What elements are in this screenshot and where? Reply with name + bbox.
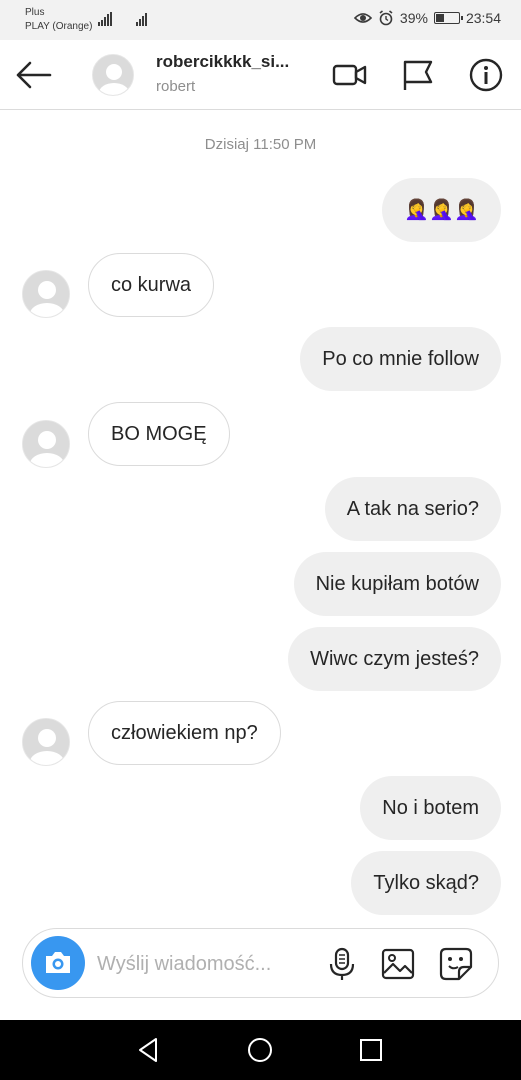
status-indicators: 39% 23:54	[353, 10, 501, 26]
message-bubble-outgoing[interactable]: Tylko skąd?	[351, 851, 501, 915]
message-bubble-incoming[interactable]: co kurwa	[88, 253, 215, 317]
message-text: No i botem	[382, 797, 479, 819]
message-bubble-outgoing[interactable]: 🤦‍♀️🤦‍♀️🤦‍♀️	[382, 178, 501, 242]
contact-names[interactable]: robercikkkk_si... robert	[156, 52, 316, 95]
message-bubble-incoming[interactable]: BO MOGĘ	[88, 402, 230, 466]
battery-percent: 39%	[399, 10, 428, 26]
carrier-line-1: Plus	[25, 7, 45, 18]
nav-recents-icon	[360, 1039, 382, 1061]
message-bubble-outgoing[interactable]: No i botem	[360, 776, 501, 840]
carrier-info: Plus PLAY (Orange)	[25, 6, 92, 34]
sender-avatar[interactable]	[22, 718, 70, 766]
gallery-button[interactable]	[379, 945, 417, 983]
message-bubble-outgoing[interactable]: Nie kupiłam botów	[293, 552, 501, 616]
gallery-icon	[381, 948, 415, 980]
battery-fill	[435, 14, 444, 22]
message-input[interactable]	[97, 949, 307, 979]
info-button[interactable]	[468, 57, 504, 93]
message-bubble-outgoing[interactable]: A tak na serio?	[324, 477, 501, 541]
battery-icon	[433, 12, 463, 24]
message-text: Nie kupiłam botów	[315, 573, 479, 595]
message-bubble-outgoing[interactable]: Po co mnie follow	[300, 327, 501, 391]
message-bubble-outgoing[interactable]: Wiwc czym jesteś?	[288, 627, 501, 691]
sender-avatar[interactable]	[22, 420, 70, 468]
sticker-button[interactable]	[437, 945, 475, 983]
info-icon	[469, 58, 503, 92]
back-button[interactable]	[14, 57, 54, 93]
contact-avatar[interactable]	[92, 54, 134, 96]
system-navigation-bar	[0, 1020, 521, 1080]
report-button[interactable]	[400, 57, 436, 93]
nav-home-button[interactable]	[244, 1034, 276, 1066]
camera-button[interactable]	[31, 936, 85, 990]
default-avatar-icon	[23, 271, 69, 317]
back-arrow-icon	[16, 61, 52, 89]
sticker-icon	[439, 947, 473, 981]
message-text: człowiekiem np?	[111, 722, 258, 744]
message-text: BO MOGĘ	[111, 423, 207, 445]
video-call-button[interactable]	[332, 57, 368, 93]
eye-comfort-icon	[353, 13, 372, 23]
voice-message-button[interactable]	[323, 945, 361, 983]
default-avatar-icon	[23, 421, 69, 467]
status-bar: Plus PLAY (Orange) 39% 23:54	[0, 0, 521, 40]
message-text: Wiwc czym jesteś?	[310, 648, 479, 670]
default-avatar-icon	[93, 55, 133, 95]
message-text: 🤦‍♀️🤦‍♀️🤦‍♀️	[404, 199, 479, 221]
message-text: Po co mnie follow	[322, 348, 479, 370]
clock: 23:54	[465, 10, 501, 26]
contact-username: robercikkkk_si...	[156, 52, 290, 71]
flag-icon	[403, 60, 433, 90]
contact-real-name: robert	[156, 78, 196, 95]
camera-icon	[46, 952, 70, 973]
chat-timestamp: Dzisiaj 11:50 PM	[204, 136, 317, 153]
sender-avatar[interactable]	[22, 270, 70, 318]
signal-icon	[98, 12, 112, 26]
carrier-line-2: PLAY (Orange)	[25, 21, 93, 32]
message-text: co kurwa	[111, 274, 192, 296]
video-call-icon	[332, 64, 367, 86]
message-text: A tak na serio?	[346, 498, 479, 520]
alarm-icon	[379, 10, 393, 26]
nav-back-button[interactable]	[134, 1034, 166, 1066]
microphone-icon	[329, 947, 355, 980]
conversation-header: robercikkkk_si... robert	[0, 40, 521, 110]
nav-recents-button[interactable]	[355, 1034, 387, 1066]
nav-home-icon	[248, 1038, 272, 1062]
default-avatar-icon	[23, 719, 69, 765]
message-text: Tylko skąd?	[373, 872, 479, 894]
message-composer	[22, 928, 499, 998]
signal-icon-2	[136, 12, 147, 26]
nav-back-icon	[139, 1038, 157, 1062]
message-bubble-incoming[interactable]: człowiekiem np?	[88, 701, 281, 765]
